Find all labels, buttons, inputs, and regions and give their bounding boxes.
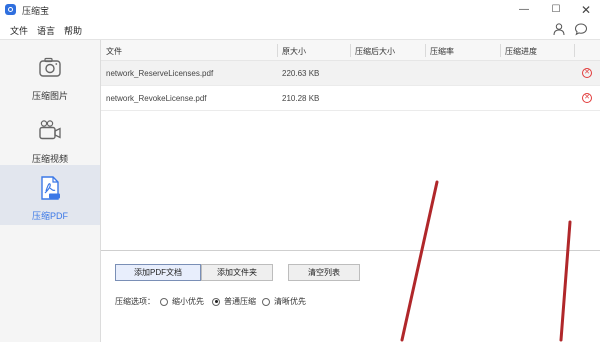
sidebar-item-compress-pdf[interactable]: 压缩PDF [0,165,100,225]
column-divider[interactable] [500,44,501,57]
column-header-compressed-size: 压缩后大小 [355,47,395,56]
option-size-priority[interactable]: 缩小优先 [160,296,204,307]
close-button[interactable]: ✕ [572,0,600,19]
action-panel: 添加PDF文档 添加文件夹 清空列表 压缩选项： 缩小优先 普通压缩 清晰优先 [101,250,600,342]
pdf-icon [41,176,60,200]
user-icon[interactable] [552,22,566,36]
option-label: 清晰优先 [274,297,306,306]
compression-options-label: 压缩选项： [115,297,155,306]
menu-bar: 文件 语言 帮助 [0,19,600,40]
file-name: network_ReserveLicenses.pdf [106,69,214,78]
file-size: 220.63 KB [282,69,320,78]
menu-language[interactable]: 语言 [37,24,55,37]
column-divider[interactable] [277,44,278,57]
add-folder-button[interactable]: 添加文件夹 [201,264,273,281]
table-row[interactable]: network_RevokeLicense.pdf 210.28 KB ✕ [101,86,600,111]
file-table: 文件 原大小 压缩后大小 压缩率 压缩进度 network_ReserveLic… [101,40,600,111]
sidebar-item-label: 压缩PDF [31,211,68,221]
radio-button[interactable] [262,297,270,306]
remove-file-icon[interactable]: ✕ [582,93,592,103]
option-clarity-priority[interactable]: 清晰优先 [262,296,306,307]
sidebar-item-label: 压缩视频 [31,154,68,164]
option-label: 普通压缩 [224,297,256,306]
option-label: 缩小优先 [172,297,204,306]
chat-icon[interactable] [574,22,588,36]
sidebar: 压缩图片 压缩视频 压缩PDF [0,40,101,342]
file-size: 210.28 KB [282,94,320,103]
window-title: 压缩宝 [22,6,50,16]
remove-file-icon[interactable]: ✕ [582,68,592,78]
menu-file[interactable]: 文件 [10,24,28,37]
video-camera-icon [39,120,61,140]
sidebar-item-label: 压缩图片 [31,91,68,101]
camera-icon [39,57,61,77]
column-divider[interactable] [350,44,351,57]
menu-help[interactable]: 帮助 [64,24,82,37]
clear-list-button[interactable]: 清空列表 [288,264,360,281]
add-pdf-button[interactable]: 添加PDF文档 [115,264,201,281]
table-row[interactable]: network_ReserveLicenses.pdf 220.63 KB ✕ [101,61,600,86]
file-name: network_RevokeLicense.pdf [106,94,207,103]
radio-button[interactable] [160,297,168,306]
column-header-file: 文件 [106,47,122,56]
column-divider[interactable] [574,44,575,57]
option-normal-compression[interactable]: 普通压缩 [212,296,256,307]
sidebar-item-compress-video[interactable]: 压缩视频 [0,108,100,169]
maximize-button[interactable]: ☐ [542,0,570,19]
app-logo-icon [5,4,16,15]
column-header-ratio: 压缩率 [430,47,454,56]
title-bar: 压缩宝 — ☐ ✕ [0,0,600,19]
sidebar-item-compress-image[interactable]: 压缩图片 [0,45,100,106]
column-divider[interactable] [425,44,426,57]
radio-button-selected[interactable] [212,297,220,306]
column-header-original-size: 原大小 [282,47,306,56]
table-header: 文件 原大小 压缩后大小 压缩率 压缩进度 [101,40,600,61]
column-header-progress: 压缩进度 [505,47,537,56]
minimize-button[interactable]: — [510,0,538,19]
